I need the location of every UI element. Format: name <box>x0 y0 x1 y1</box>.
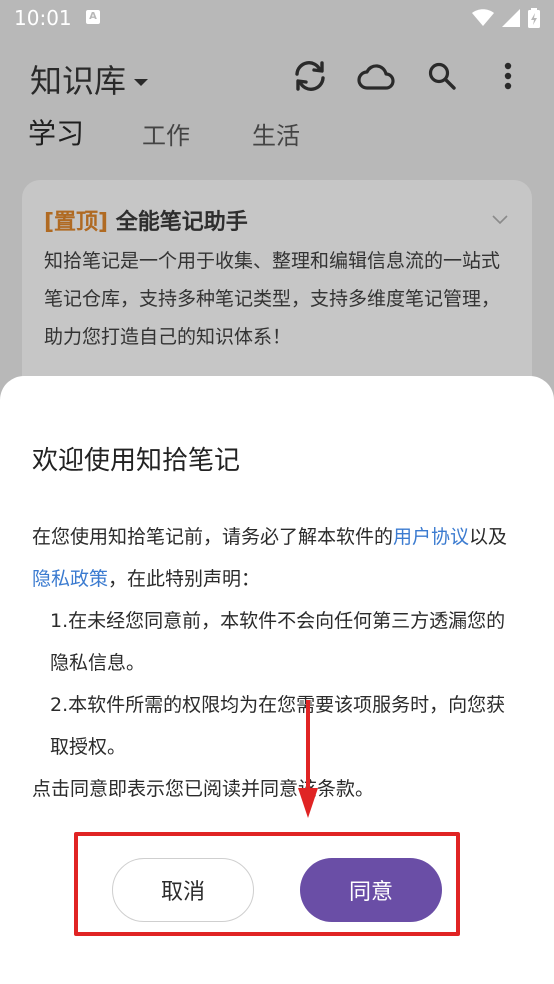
cellular-signal-icon <box>502 9 520 27</box>
intro-prefix: 在您使用知拾笔记前，请务必了解本软件的 <box>32 526 394 548</box>
status-time: 10:01 <box>14 6 72 30</box>
knowledge-base-selector[interactable]: 知识库 <box>30 56 149 102</box>
annotation-highlight-box <box>74 832 460 936</box>
category-tabs: 学习 工作 生活 <box>0 110 554 158</box>
dialog-title: 欢迎使用知拾笔记 <box>32 446 241 476</box>
chevron-down-icon <box>492 215 508 225</box>
status-icons <box>472 6 540 30</box>
dialog-body: 在您使用知拾笔记前，请务必了解本软件的用户协议以及隐私政策，在此特别声明： 1.… <box>32 516 522 810</box>
dialog-point-2: 2.本软件所需的权限均为在您需要该项服务时，向您获取授权。 <box>50 694 506 758</box>
expand-chevron[interactable] <box>492 210 508 229</box>
caret-down-icon <box>134 78 149 86</box>
tab-work[interactable]: 工作 <box>142 116 190 151</box>
tab-life[interactable]: 生活 <box>252 116 300 151</box>
note-body: 知拾笔记是一个用于收集、整理和编辑信息流的一站式笔记仓库，支持多种笔记类型，支持… <box>44 250 501 348</box>
sync-button[interactable] <box>290 56 330 96</box>
user-agreement-link[interactable]: 用户协议 <box>393 526 469 548</box>
note-title: 全能笔记助手 <box>115 210 248 235</box>
cloud-button[interactable] <box>356 56 396 96</box>
sync-icon <box>295 61 325 91</box>
battery-icon <box>528 8 540 28</box>
app-actions <box>290 56 528 96</box>
wifi-icon <box>472 9 494 26</box>
annotation-arrow-icon <box>298 700 318 818</box>
cloud-icon <box>357 64 395 90</box>
notification-badge-icon: A <box>86 10 100 24</box>
dialog-intro: 在您使用知拾笔记前，请务必了解本软件的用户协议以及隐私政策，在此特别声明： <box>32 516 522 600</box>
privacy-policy-link[interactable]: 隐私政策 <box>32 568 108 590</box>
more-options-button[interactable] <box>488 56 528 96</box>
note-title-row: [置顶] 全能笔记助手 <box>44 204 248 236</box>
app-bar: 知识库 <box>0 48 554 104</box>
more-vert-icon <box>504 62 512 90</box>
pinned-tag: [置顶] <box>44 210 109 235</box>
app-title: 知识库 <box>30 62 127 100</box>
dialog-point-1: 1.在未经您同意前，本软件不会向任何第三方透漏您的隐私信息。 <box>50 610 506 674</box>
search-button[interactable] <box>422 56 462 96</box>
search-icon <box>428 62 456 90</box>
dialog-closing: 点击同意即表示您已阅读并同意该条款。 <box>32 778 375 800</box>
app-screen: 10:01 A 知识库 学习 工作 生活 [置顶] 全能笔记助手 知拾笔记是一个… <box>0 0 554 984</box>
intro-suffix: ，在此特别声明： <box>108 568 261 590</box>
intro-mid: 以及 <box>469 526 508 548</box>
tab-study[interactable]: 学习 <box>28 112 84 152</box>
status-bar: 10:01 A <box>0 0 554 38</box>
